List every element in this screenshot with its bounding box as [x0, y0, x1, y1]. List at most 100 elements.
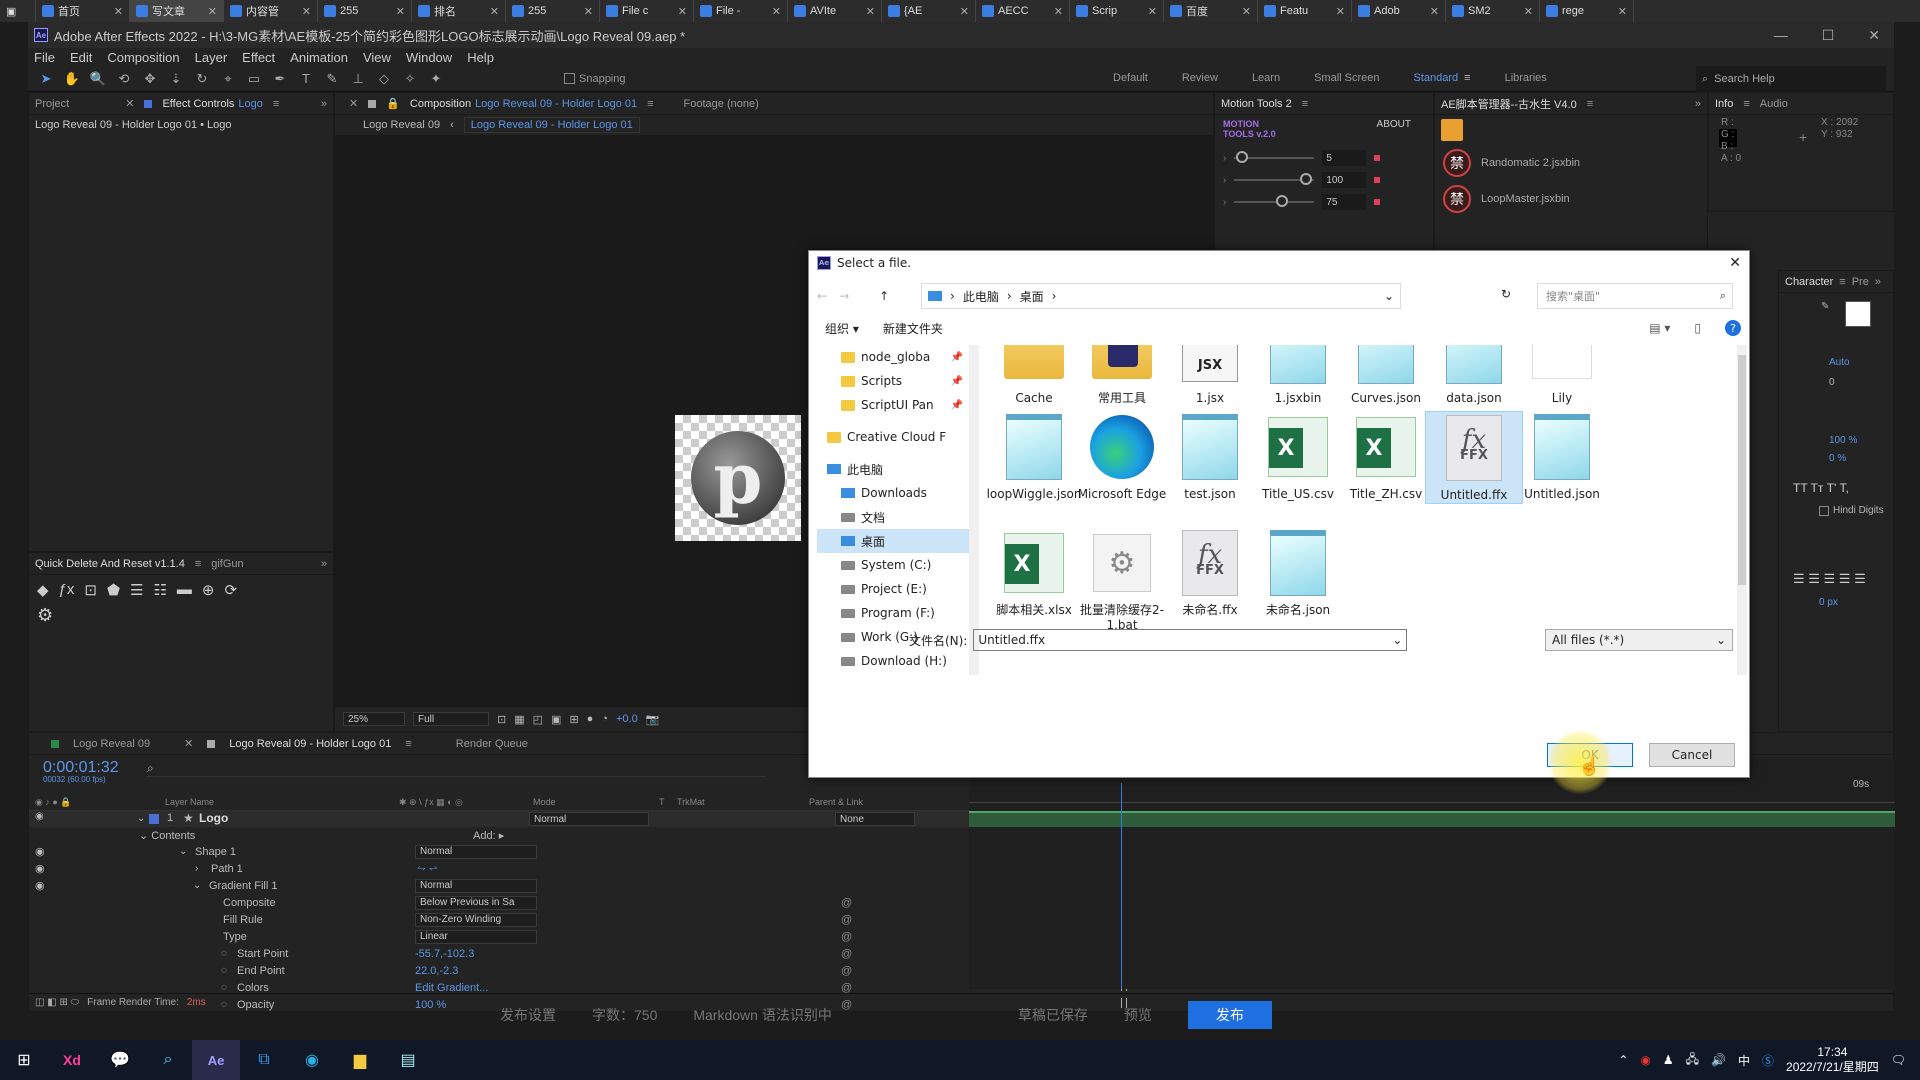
- workspace-libraries[interactable]: Libraries: [1505, 72, 1547, 84]
- vscode-icon[interactable]: ⧉: [240, 1040, 288, 1080]
- text-style-buttons[interactable]: TT Tт T' T,: [1793, 481, 1849, 495]
- property-dropdown[interactable]: Below Previous in Sa: [415, 895, 537, 910]
- browser-tab[interactable]: 255 ✕: [506, 0, 600, 22]
- grid-icon[interactable]: ⊞: [569, 713, 578, 726]
- file-item[interactable]: X 脚本相关.xlsx: [985, 527, 1083, 618]
- timeline-property-row[interactable]: ◉ ⌄ Shape 1 Normal: [35, 843, 975, 860]
- stamp-tool-icon[interactable]: ⊥: [350, 71, 366, 87]
- publish-settings[interactable]: 发布设置: [500, 1005, 556, 1025]
- menu-animation[interactable]: Animation: [290, 50, 348, 65]
- workspace-small-screen[interactable]: Small Screen: [1314, 72, 1379, 84]
- tab-footage[interactable]: Footage (none): [684, 98, 759, 110]
- expression-swirl-icon[interactable]: @: [841, 948, 852, 960]
- menu-effect[interactable]: Effect: [242, 50, 275, 65]
- browser-tab[interactable]: 255 ✕: [318, 0, 412, 22]
- file-item[interactable]: 常用工具: [1073, 345, 1171, 406]
- search-help-field[interactable]: ⌕ Search Help: [1696, 66, 1886, 92]
- fill-color-swatch[interactable]: [1845, 301, 1871, 327]
- volume-icon[interactable]: 🔊: [1711, 1053, 1726, 1067]
- keyframe-icon[interactable]: [1374, 199, 1381, 205]
- filename-input[interactable]: Untitled.ffx ⌄: [973, 629, 1408, 651]
- snapshot-icon[interactable]: 📷: [646, 713, 660, 726]
- browser-tab[interactable]: 排名 ✕: [412, 0, 506, 22]
- close-tab-icon[interactable]: ✕: [184, 737, 193, 750]
- render-toggle-icons[interactable]: ◫ ◧ ⊞ ⬭: [35, 997, 79, 1008]
- current-time-indicator[interactable]: [1121, 783, 1122, 989]
- reset-all-icon[interactable]: ⟳: [225, 581, 238, 599]
- menu-view[interactable]: View: [363, 50, 391, 65]
- help-icon[interactable]: ?: [1725, 320, 1741, 336]
- browser-tab[interactable]: 首页 ✕: [36, 0, 130, 22]
- tab-composition[interactable]: Composition: [410, 98, 471, 110]
- new-folder-button[interactable]: 新建文件夹: [883, 320, 943, 337]
- property-dropdown[interactable]: Linear: [415, 929, 537, 944]
- tab-character[interactable]: Character: [1785, 276, 1833, 288]
- layer-mode-dropdown[interactable]: Normal: [529, 812, 649, 826]
- expand-panels-icon[interactable]: »: [321, 98, 327, 110]
- property-value[interactable]: 22.0,-2.3: [415, 965, 458, 977]
- after-effects-icon[interactable]: Ae: [192, 1040, 240, 1080]
- snapping-toggle[interactable]: Snapping: [564, 73, 626, 85]
- tray-app-icon[interactable]: Ⓢ: [1762, 1052, 1774, 1069]
- nav-item[interactable]: ScriptUI Pan 📌: [817, 393, 969, 417]
- xd-icon[interactable]: Xd: [48, 1040, 96, 1080]
- leading-value[interactable]: Auto: [1829, 357, 1850, 368]
- panel-menu-icon[interactable]: ≡: [1302, 98, 1308, 110]
- close-icon[interactable]: ✕: [678, 5, 687, 18]
- close-icon[interactable]: ✕: [1729, 255, 1741, 271]
- browser-tab[interactable]: File c ✕: [600, 0, 694, 22]
- region-of-interest-icon[interactable]: ⊡: [497, 713, 506, 726]
- browser-tab[interactable]: SM2 ✕: [1446, 0, 1540, 22]
- back-arrow-icon[interactable]: ←: [817, 289, 827, 303]
- type-tool-icon[interactable]: T: [298, 71, 314, 87]
- lock-icon[interactable]: 🔒: [386, 97, 400, 110]
- menu-help[interactable]: Help: [467, 50, 494, 65]
- panel-menu-icon[interactable]: ≡: [195, 558, 201, 570]
- visibility-eye-icon[interactable]: ◉: [35, 879, 45, 892]
- eyedropper-icon[interactable]: ✎: [1821, 301, 1829, 312]
- nav-item[interactable]: node_globa 📌: [817, 345, 969, 369]
- file-item[interactable]: fx FFX 未命名.ffx: [1161, 527, 1259, 618]
- expand-icon[interactable]: ⌄: [179, 846, 187, 857]
- expression-swirl-icon[interactable]: @: [841, 965, 852, 977]
- close-icon[interactable]: ✕: [1618, 5, 1627, 18]
- workspace-learn[interactable]: Learn: [1252, 72, 1280, 84]
- cancel-button[interactable]: Cancel: [1649, 743, 1735, 767]
- script-item[interactable]: 禁 Randomatic 2.jsxbin: [1435, 145, 1707, 181]
- reset-scale-icon[interactable]: ☷: [153, 581, 166, 599]
- panel-menu-icon[interactable]: ≡: [647, 98, 653, 110]
- expand-icon[interactable]: ◌: [221, 982, 227, 993]
- property-value[interactable]: -55.7,-102.3: [415, 948, 474, 960]
- network-icon[interactable]: 🖧: [1686, 1050, 1699, 1071]
- panel-menu-icon[interactable]: ≡: [273, 98, 279, 110]
- mask-visibility-icon[interactable]: ◰: [533, 713, 543, 726]
- view-options-icon[interactable]: ▤ ▾: [1649, 321, 1670, 335]
- timeline-property-row[interactable]: ◉ › Path 1 ⥊ ⥋: [35, 860, 975, 877]
- expand-panels-icon[interactable]: »: [1875, 276, 1881, 288]
- layer-name[interactable]: Logo: [199, 811, 228, 825]
- file-item[interactable]: loopWiggle.json: [985, 411, 1083, 502]
- close-icon[interactable]: ✕: [960, 5, 969, 18]
- timeline-property-row[interactable]: Composite Below Previous in Sa @: [35, 894, 975, 911]
- pin-icon[interactable]: 📌: [951, 352, 963, 363]
- browser-tab[interactable]: 写文章 ✕: [130, 0, 224, 22]
- tab-info[interactable]: Info: [1715, 98, 1733, 110]
- path-desktop[interactable]: 桌面: [1020, 288, 1044, 305]
- close-tab-icon[interactable]: ✕: [125, 97, 134, 110]
- browser-tab[interactable]: Adob ✕: [1352, 0, 1446, 22]
- close-icon[interactable]: ✕: [114, 5, 123, 18]
- script-item[interactable]: 禁 LoopMaster.jsxbin: [1435, 181, 1707, 217]
- browser-tab[interactable]: {AE ✕: [882, 0, 976, 22]
- nav-item[interactable]: Scripts 📌: [817, 369, 969, 393]
- dolly-tool-icon[interactable]: ⇣: [168, 71, 184, 87]
- guides-icon[interactable]: ▣: [551, 713, 561, 726]
- file-scrollbar[interactable]: [1737, 345, 1747, 675]
- path-mask-icon[interactable]: ⥊ ⥋: [417, 862, 438, 875]
- forward-arrow-icon[interactable]: →: [839, 289, 849, 303]
- panel-menu-icon[interactable]: ≡: [1743, 98, 1749, 110]
- publish-button[interactable]: 发布: [1187, 1001, 1272, 1029]
- close-icon[interactable]: ✕: [208, 5, 217, 18]
- start-icon[interactable]: ⊞: [0, 1040, 48, 1080]
- expand-panels-icon[interactable]: »: [1695, 98, 1701, 110]
- magnification-dropdown[interactable]: 25%: [343, 712, 405, 726]
